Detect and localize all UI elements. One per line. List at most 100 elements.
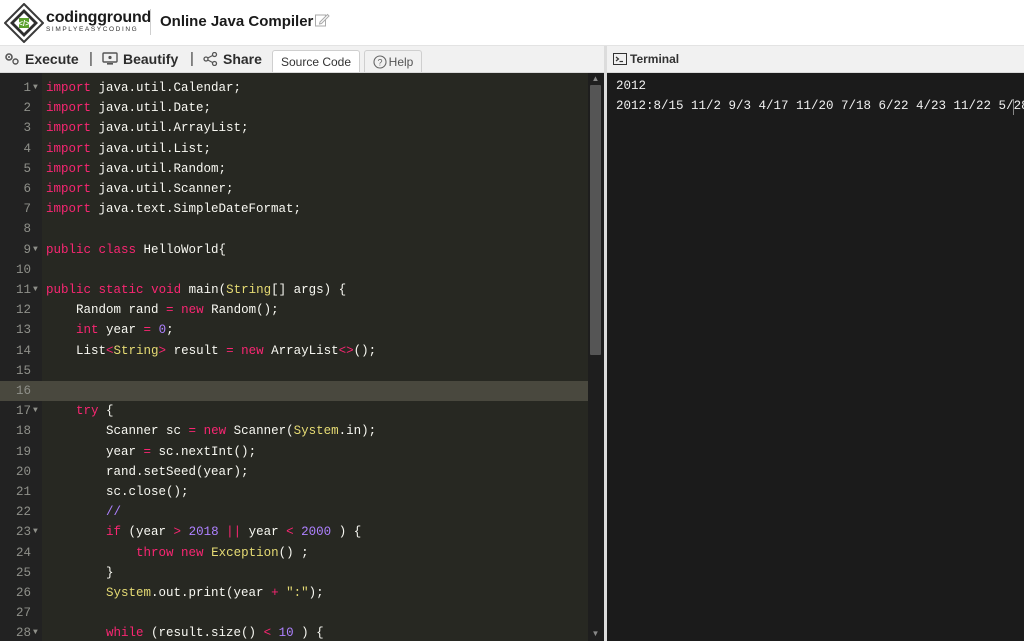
codingground-logo-icon[interactable]: </>	[4, 3, 44, 43]
code-text: try {	[76, 404, 114, 419]
terminal-line: 2012:8/15 11/2 9/3 4/17 11/20 7/18 6/22 …	[616, 99, 1024, 113]
code-line[interactable]: 23 ▼ if (year > 2018 || year < 2000 ) {	[0, 522, 588, 542]
line-number: 19	[15, 444, 31, 459]
code-line[interactable]: 16	[0, 381, 588, 401]
code-editor[interactable]: 1 ▼ import java.util.Calendar; 2 import java…	[0, 73, 604, 641]
line-number: 18	[15, 424, 31, 439]
terminal-title-label: Terminal	[630, 52, 680, 66]
line-number: 14	[15, 343, 31, 358]
line-number: 12	[15, 303, 31, 318]
code-line[interactable]: 6 import java.util.Scanner;	[0, 179, 588, 199]
code-text: if (year > 2018 || year < 2000 ) {	[106, 525, 362, 540]
edit-pencil-icon[interactable]	[314, 12, 330, 28]
code-line[interactable]: 24 throw new Exception() ;	[0, 543, 588, 563]
code-text: import java.util.Date;	[46, 101, 212, 116]
question-circle-icon: ?	[373, 54, 387, 69]
line-number: 15	[15, 363, 31, 378]
fold-arrow-icon[interactable]: ▼	[33, 401, 38, 421]
code-line[interactable]: 2 import java.util.Date;	[0, 98, 588, 118]
code-text: //	[106, 505, 122, 520]
beautify-button[interactable]: Beautify	[102, 51, 178, 67]
terminal-output[interactable]: 2012 2012:8/15 11/2 9/3 4/17 11/20 7/18 …	[607, 73, 1024, 641]
code-text: while (result.size() < 10 ) {	[106, 626, 324, 641]
header-separator	[150, 9, 151, 35]
fold-arrow-icon[interactable]: ▼	[33, 240, 38, 260]
line-number: 11	[15, 283, 31, 297]
line-number: 2	[23, 101, 31, 116]
code-line[interactable]: 1 ▼ import java.util.Calendar;	[0, 78, 588, 98]
code-line[interactable]: 20 rand.setSeed(year);	[0, 462, 588, 482]
code-line[interactable]: 8	[0, 219, 588, 239]
code-text: List<String> result = new ArrayList<>();	[46, 343, 377, 358]
code-text: year = sc.nextInt();	[46, 444, 257, 459]
fold-arrow-icon[interactable]: ▼	[33, 623, 38, 641]
line-number: 4	[23, 141, 31, 156]
code-text: import java.util.ArrayList;	[46, 121, 249, 136]
code-line[interactable]: 13 int year = 0;	[0, 320, 588, 340]
code-text: public class HelloWorld{	[46, 242, 227, 257]
svg-text:</>: </>	[18, 19, 30, 28]
editor-toolbar: Execute | Beautify | Share Source Code ?…	[0, 46, 604, 73]
terminal-line: 2012	[616, 79, 647, 93]
code-text: throw new Exception() ;	[136, 545, 309, 560]
line-number: 3	[23, 121, 31, 136]
terminal-header: Terminal	[607, 46, 1024, 73]
code-line[interactable]: 15	[0, 361, 588, 381]
code-line[interactable]: 11 ▼ public static void main(String[] args…	[0, 280, 588, 300]
scroll-down-arrow-icon[interactable]: ▼	[590, 629, 601, 639]
terminal-cursor	[1013, 99, 1014, 115]
tab-source-code[interactable]: Source Code	[272, 50, 360, 72]
code-text: Scanner sc = new Scanner(System.in);	[46, 424, 377, 439]
code-text: import java.util.List;	[46, 141, 212, 156]
code-line[interactable]: 28 ▼ while (result.size() < 10 ) {	[0, 623, 588, 641]
tab-help-label: Help	[388, 54, 414, 69]
fold-arrow-icon[interactable]: ▼	[33, 280, 38, 300]
line-number: 9	[23, 242, 31, 257]
code-line[interactable]: 22 //	[0, 502, 588, 522]
code-text: System.out.print(year + ":");	[106, 586, 324, 600]
share-button[interactable]: Share	[203, 51, 262, 67]
code-line[interactable]: 3 import java.util.ArrayList;	[0, 118, 588, 138]
code-line[interactable]: 5 import java.util.Random;	[0, 159, 588, 179]
tab-help[interactable]: ? Help	[364, 50, 422, 72]
code-line[interactable]: 17 ▼ try {	[0, 401, 588, 421]
code-text: import java.util.Random;	[46, 161, 227, 176]
toolbar-separator: |	[190, 50, 194, 67]
code-text: rand.setSeed(year);	[46, 464, 249, 479]
code-line[interactable]: 19 year = sc.nextInt();	[0, 442, 588, 462]
brand[interactable]: codingground SIMPLYEASYCODING	[46, 10, 151, 34]
code-line[interactable]: 27	[0, 603, 588, 623]
line-number: 22	[15, 505, 31, 520]
page-title: Online Java Compiler	[160, 13, 314, 30]
line-number: 7	[23, 202, 31, 217]
code-text: public static void main(String[] args) {	[46, 283, 347, 297]
code-line[interactable]: 9 ▼ public class HelloWorld{	[0, 240, 588, 260]
fold-arrow-icon[interactable]: ▼	[33, 78, 38, 98]
share-label: Share	[223, 51, 262, 67]
scroll-up-arrow-icon[interactable]: ▲	[590, 74, 601, 84]
line-number: 23	[15, 525, 31, 540]
line-number: 5	[23, 161, 31, 176]
execute-button[interactable]: Execute	[4, 51, 79, 67]
header: </> codingground SIMPLYEASYCODING Online…	[0, 0, 1024, 46]
code-line[interactable]: 21 sc.close();	[0, 482, 588, 502]
code-line[interactable]: 25 }	[0, 563, 588, 583]
line-number: 27	[15, 606, 31, 621]
code-text: int year = 0;	[76, 323, 174, 338]
code-line[interactable]: 4 import java.util.List;	[0, 139, 588, 159]
share-icon	[203, 52, 218, 66]
code-line[interactable]: 26 System.out.print(year + ":");	[0, 583, 588, 603]
fold-arrow-icon[interactable]: ▼	[33, 522, 38, 542]
code-line[interactable]: 7 import java.text.SimpleDateFormat;	[0, 199, 588, 219]
line-number: 13	[15, 323, 31, 338]
gears-icon	[5, 53, 19, 65]
code-line[interactable]: 18 Scanner sc = new Scanner(System.in);	[0, 421, 588, 441]
tab-source-code-label: Source Code	[280, 54, 352, 69]
line-number: 8	[23, 222, 31, 237]
line-number: 20	[15, 464, 31, 479]
code-line[interactable]: 14 List<String> result = new ArrayList<>…	[0, 341, 588, 361]
code-line[interactable]: 12 Random rand = new Random();	[0, 300, 588, 320]
code-line[interactable]: 10	[0, 260, 588, 280]
line-number: 6	[23, 182, 31, 196]
editor-scrollbar-thumb[interactable]	[590, 85, 601, 355]
